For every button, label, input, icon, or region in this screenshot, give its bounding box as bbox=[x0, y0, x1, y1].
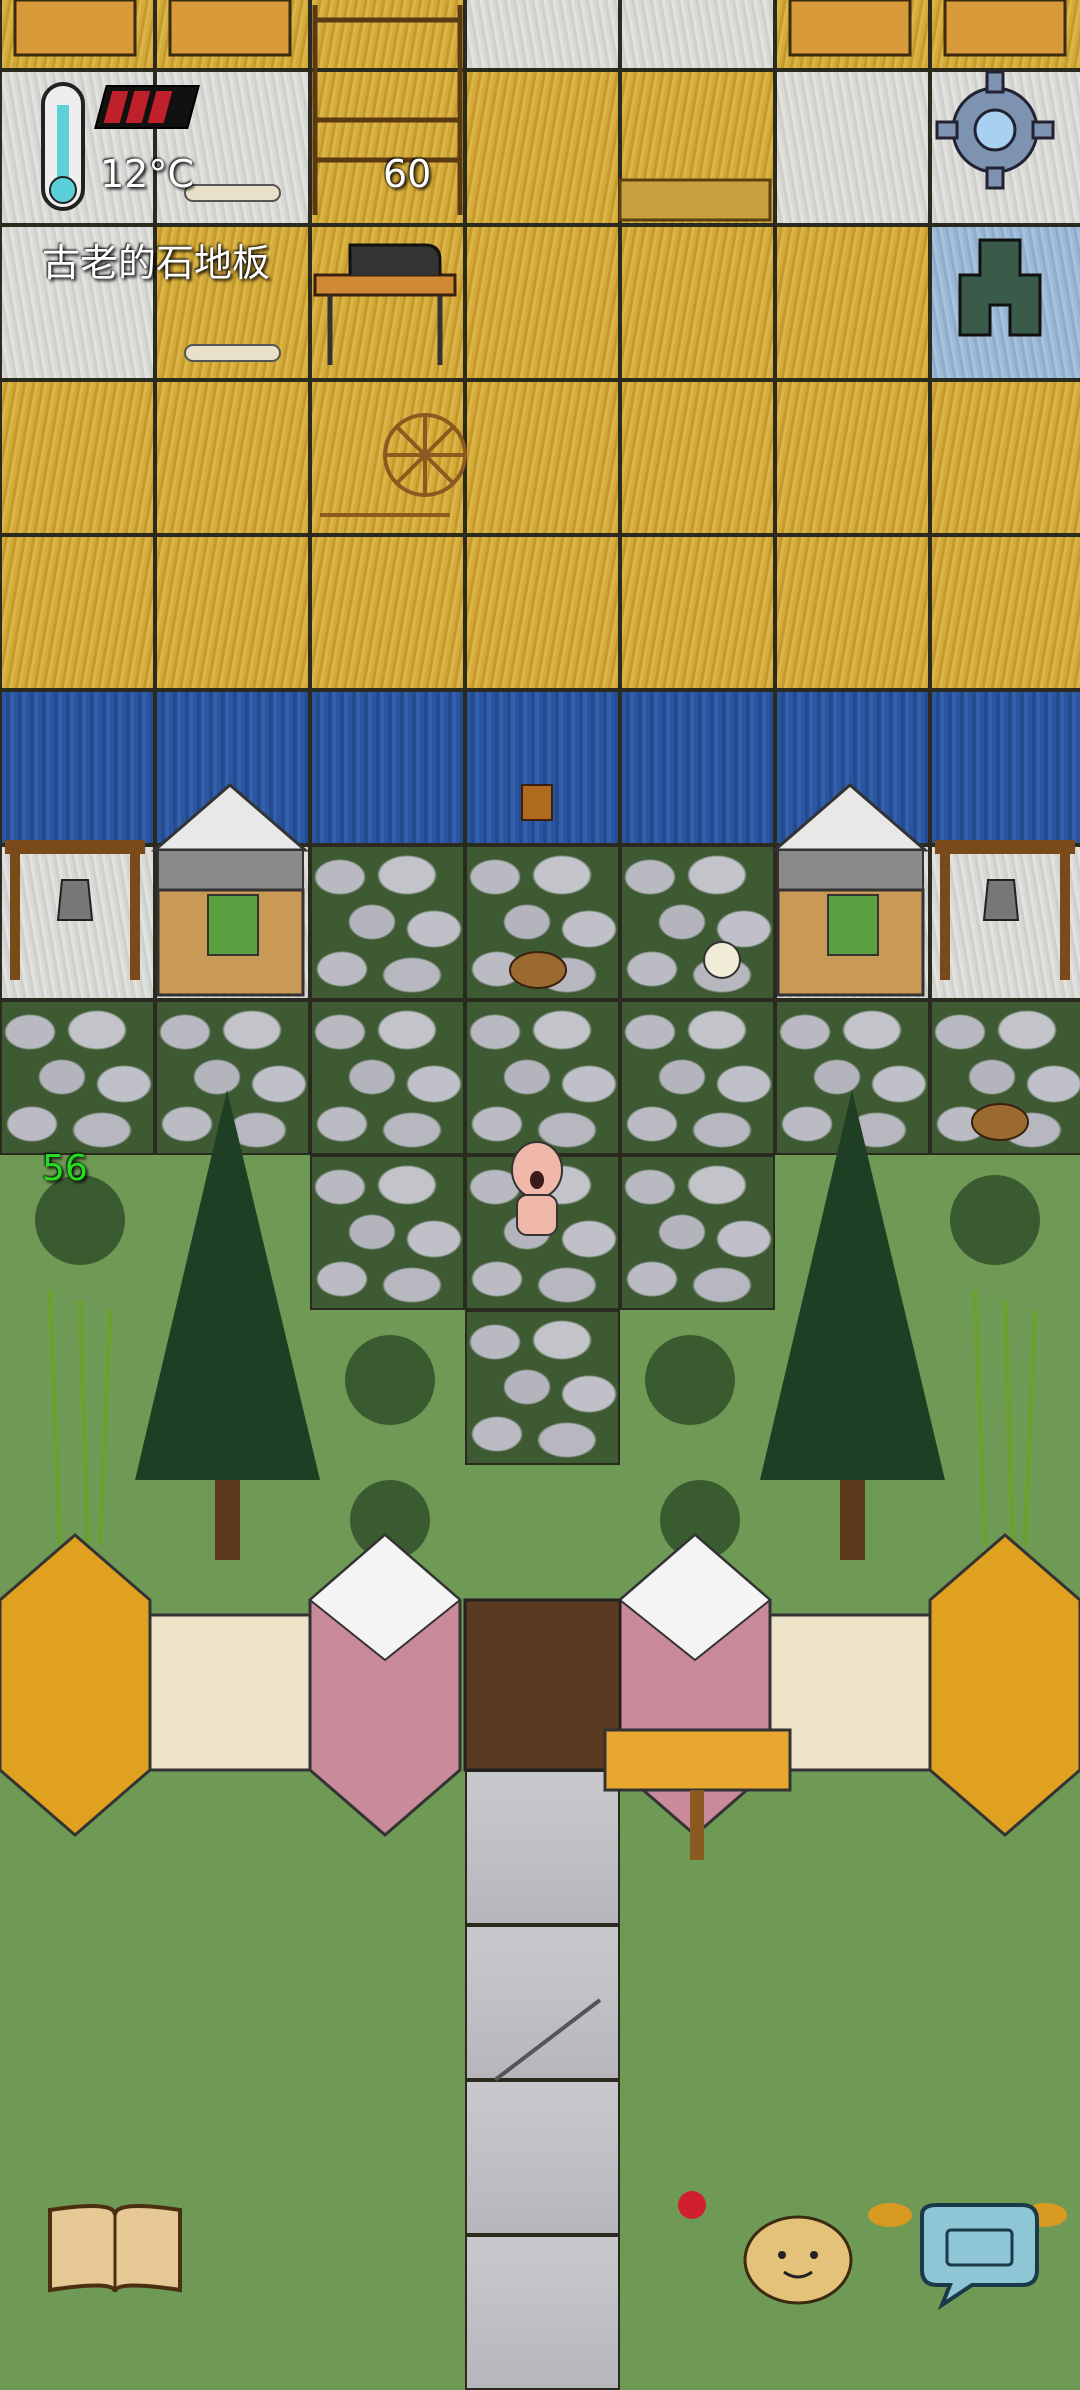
player-character[interactable] bbox=[511, 1141, 563, 1236]
skull[interactable] bbox=[703, 941, 741, 979]
wooden-sign[interactable] bbox=[603, 1728, 792, 1860]
pine-tree[interactable] bbox=[760, 1090, 945, 1560]
bucket[interactable] bbox=[521, 784, 553, 821]
age-label: 56 bbox=[42, 1148, 88, 1189]
berry[interactable] bbox=[678, 2191, 706, 2219]
rose-bush[interactable] bbox=[345, 1335, 435, 1425]
fabric-roll[interactable] bbox=[184, 344, 281, 362]
basket[interactable] bbox=[971, 1103, 1029, 1141]
rose-bush[interactable] bbox=[645, 1335, 735, 1425]
seed-pile[interactable] bbox=[868, 2203, 912, 2227]
emote-face-icon[interactable] bbox=[742, 2210, 854, 2305]
spinning-wheel[interactable] bbox=[320, 413, 467, 517]
tile-name-label: 古老的石地板 bbox=[42, 241, 271, 285]
keyboard-chat-icon[interactable] bbox=[912, 2200, 1042, 2310]
home-marker-icon bbox=[958, 238, 1042, 337]
gear-icon[interactable] bbox=[935, 70, 1055, 190]
bamboo[interactable] bbox=[972, 1289, 1038, 1546]
bell-tower[interactable] bbox=[5, 840, 145, 980]
fabric-roll[interactable] bbox=[184, 184, 281, 202]
book-icon[interactable] bbox=[45, 2200, 185, 2295]
world-objects-layer bbox=[0, 0, 1080, 2227]
crate[interactable] bbox=[13, 0, 1067, 57]
pine-tree[interactable] bbox=[135, 1090, 320, 1560]
stick[interactable] bbox=[493, 1998, 602, 2082]
temperature-label: 12°C bbox=[100, 152, 194, 196]
thermometer-icon bbox=[41, 82, 85, 211]
fur-door[interactable] bbox=[463, 1598, 622, 1772]
wooden-shrine[interactable] bbox=[770, 783, 930, 997]
bell-tower[interactable] bbox=[935, 840, 1075, 980]
rose-bush[interactable] bbox=[950, 1175, 1040, 1265]
woven-mat[interactable] bbox=[618, 178, 772, 222]
counter-label: 60 bbox=[383, 152, 432, 196]
wooden-shrine[interactable] bbox=[150, 783, 310, 997]
basket[interactable] bbox=[509, 951, 567, 989]
sewing-machine[interactable] bbox=[313, 243, 457, 365]
bamboo[interactable] bbox=[47, 1289, 113, 1546]
food-meter-icon bbox=[94, 85, 200, 129]
